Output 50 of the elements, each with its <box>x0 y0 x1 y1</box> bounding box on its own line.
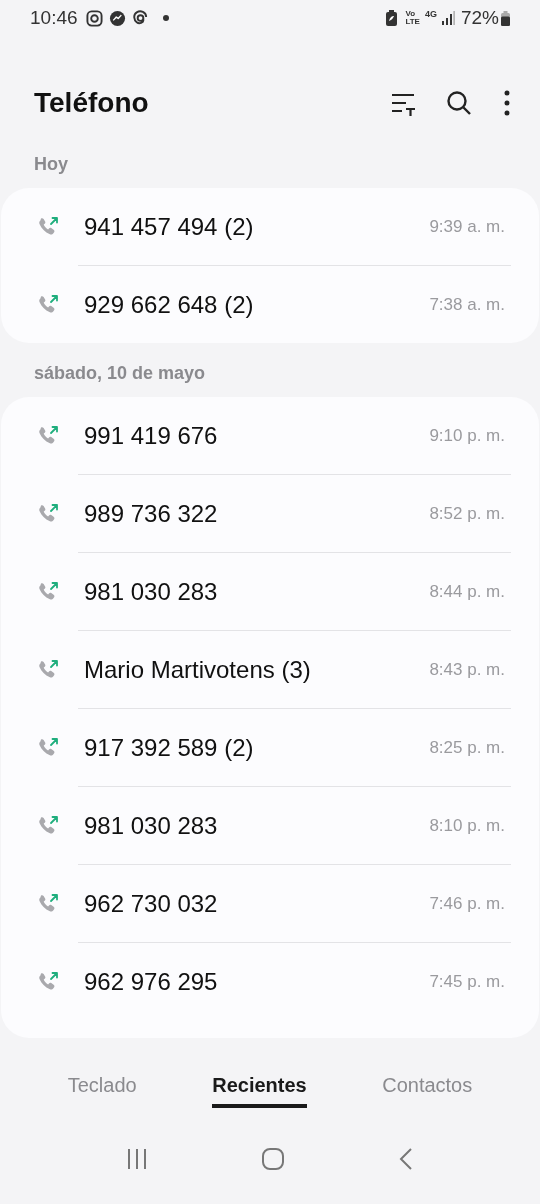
battery-percent: 72% <box>460 5 499 30</box>
call-log-row[interactable]: 929 662 648 (2) 7:38 a. m. <box>1 266 539 343</box>
chat-app-icon <box>108 9 126 27</box>
call-time: 8:43 p. m. <box>429 658 505 681</box>
call-log-row[interactable]: 991 419 676 9:10 p. m. <box>1 397 539 474</box>
back-icon[interactable] <box>397 1147 414 1171</box>
caller-name: 991 419 676 <box>84 420 219 451</box>
call-time: 9:39 a. m. <box>429 215 505 238</box>
call-log-row[interactable]: Mario Martivotens (3) 8:43 p. m. <box>1 631 539 708</box>
search-icon[interactable] <box>446 90 472 116</box>
call-time: 7:46 p. m. <box>429 892 505 915</box>
home-icon[interactable] <box>261 1147 285 1171</box>
network-label: Vo <box>405 10 417 18</box>
call-time: 8:10 p. m. <box>429 814 505 837</box>
call-log-row[interactable]: 981 030 283 8:44 p. m. <box>1 553 539 630</box>
battery-icon <box>501 10 510 26</box>
caller-name: 917 392 589 (2) <box>84 732 255 763</box>
notification-dot-icon <box>162 15 169 21</box>
recent-apps-icon[interactable] <box>126 1148 149 1170</box>
call-time: 9:10 p. m. <box>429 424 505 447</box>
call-log-row[interactable]: 981 030 283 8:10 p. m. <box>1 787 539 864</box>
caller-name: 962 730 032 <box>84 888 219 919</box>
call-log-row[interactable]: 917 392 589 (2) 8:25 p. m. <box>1 709 539 786</box>
call-time: 8:25 p. m. <box>429 736 505 759</box>
page-title: Teléfono <box>34 86 150 120</box>
more-options-icon[interactable] <box>504 90 510 116</box>
section-header: Hoy <box>34 153 68 176</box>
call-log-row[interactable]: 941 457 494 (2) 9:39 a. m. <box>1 188 539 265</box>
caller-name: Mario Martivotens (3) <box>84 654 312 685</box>
status-time: 10:46 <box>30 5 78 30</box>
call-time: 7:45 p. m. <box>429 970 505 993</box>
call-log-row[interactable]: 989 736 322 8:52 p. m. <box>1 475 539 552</box>
signal-icon <box>440 11 455 25</box>
caller-name: 941 457 494 (2) <box>84 211 255 242</box>
caller-name: 989 736 322 <box>84 498 219 529</box>
call-time: 8:44 p. m. <box>429 580 505 603</box>
caller-name: 981 030 283 <box>84 810 219 841</box>
caller-name: 981 030 283 <box>84 576 219 607</box>
call-log-row[interactable]: 962 730 032 7:46 p. m. <box>1 865 539 942</box>
network-label: LTE <box>405 18 420 26</box>
section-header: sábado, 10 de mayo <box>34 362 206 385</box>
caller-name: 962 976 295 <box>84 966 219 997</box>
battery-saver-icon <box>386 10 398 26</box>
call-time: 8:52 p. m. <box>429 502 505 525</box>
call-time: 7:38 a. m. <box>429 293 505 316</box>
camera-app-icon <box>85 9 103 27</box>
bottom-tab[interactable]: Recientes <box>212 1070 307 1108</box>
call-log-row[interactable]: 962 976 295 7:45 p. m. <box>1 943 539 1020</box>
caller-name: 929 662 648 (2) <box>84 289 255 320</box>
data-type-label: 4G <box>424 8 437 22</box>
